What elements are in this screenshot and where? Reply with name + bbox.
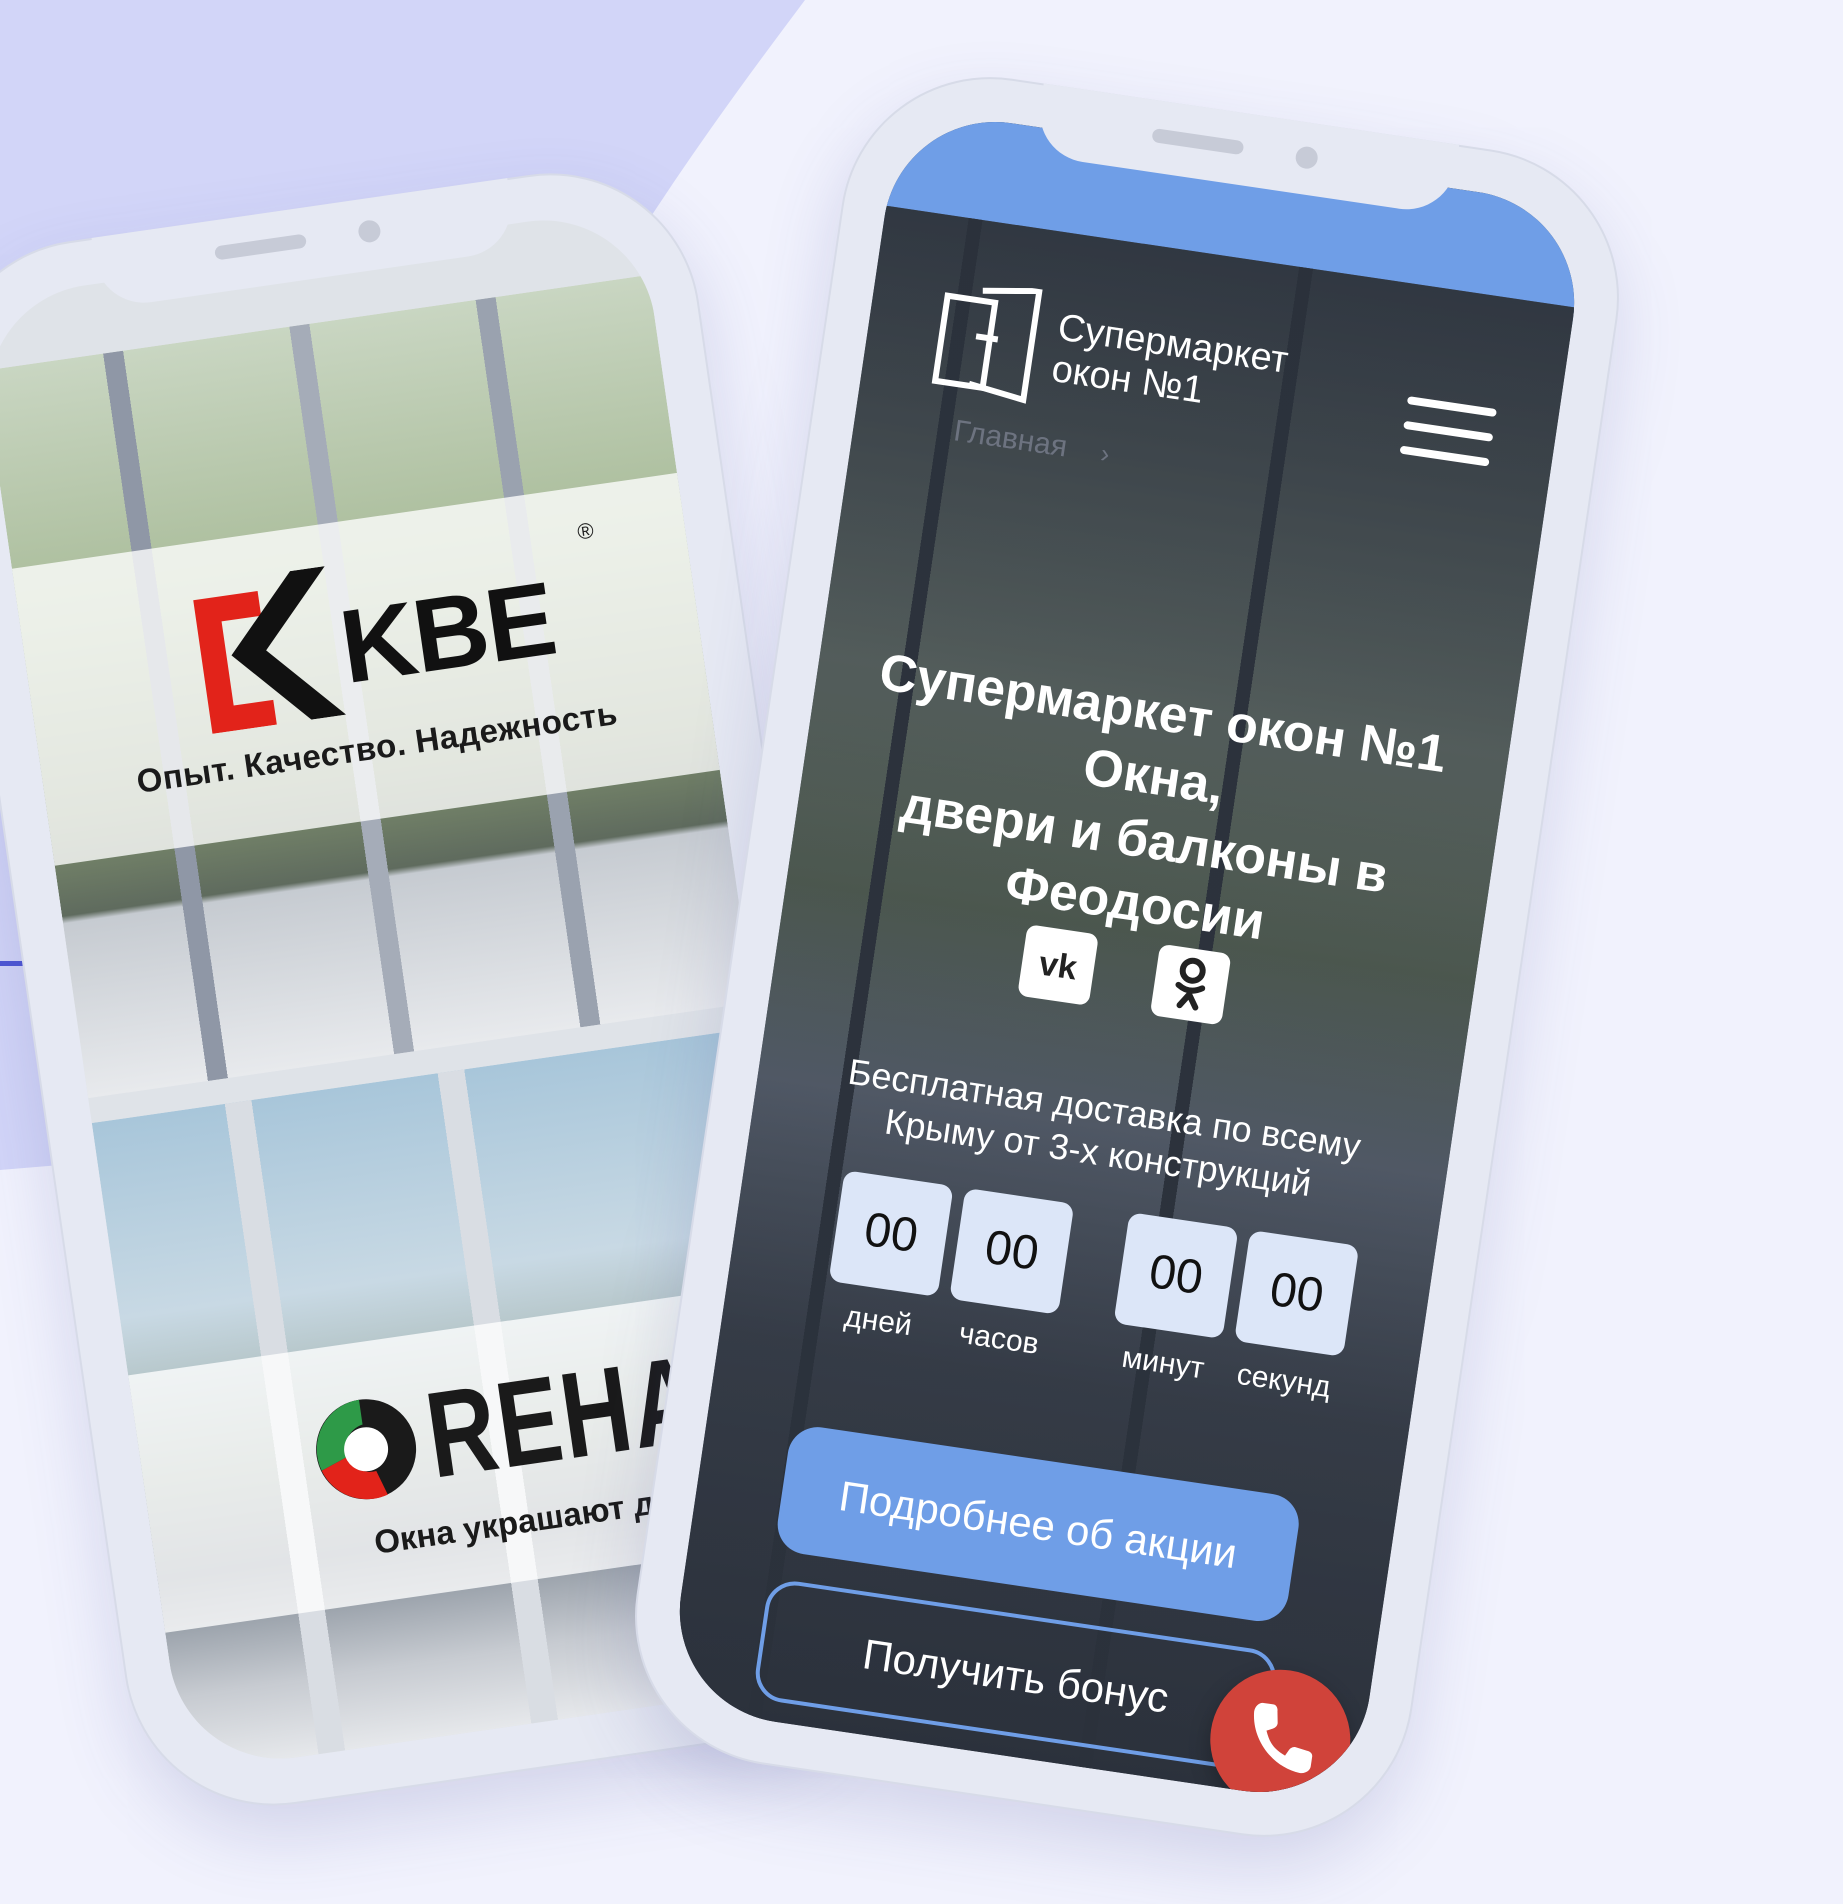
- countdown-seconds-value: 00: [1234, 1229, 1360, 1357]
- countdown-minutes-label: минут: [1119, 1340, 1207, 1386]
- kbe-mark-icon: [193, 566, 347, 734]
- countdown-hours-value: 00: [949, 1187, 1075, 1315]
- showcase-stage: KBE ® Опыт. Качество. Надежность REHAU О…: [0, 0, 1843, 1904]
- countdown-days: 00 дней: [821, 1170, 954, 1346]
- countdown-minutes: 00 минут: [1106, 1212, 1239, 1388]
- vk-icon[interactable]: vk: [1016, 924, 1099, 1006]
- countdown-days-value: 00: [828, 1170, 954, 1297]
- countdown-days-label: дней: [842, 1299, 914, 1343]
- svg-text:vk: vk: [1036, 944, 1079, 987]
- odnoklassniki-icon[interactable]: [1149, 943, 1232, 1026]
- registered-mark: ®: [575, 517, 596, 545]
- phone-icon[interactable]: [1200, 1660, 1360, 1808]
- countdown-minutes-value: 00: [1113, 1212, 1239, 1340]
- burger-menu-icon[interactable]: [1398, 396, 1497, 478]
- countdown-hours: 00 часов: [942, 1187, 1075, 1364]
- countdown-seconds: 00 секунд: [1227, 1229, 1360, 1406]
- kbe-wordmark: KBE: [333, 560, 562, 706]
- window-logo-icon: [931, 287, 1043, 404]
- countdown-hours-label: часов: [956, 1316, 1041, 1362]
- countdown-seconds-label: секунд: [1234, 1357, 1333, 1405]
- brand-card-kbe[interactable]: KBE ® Опыт. Качество. Надежность: [0, 274, 754, 1099]
- rehau-mark-icon: [316, 1399, 417, 1500]
